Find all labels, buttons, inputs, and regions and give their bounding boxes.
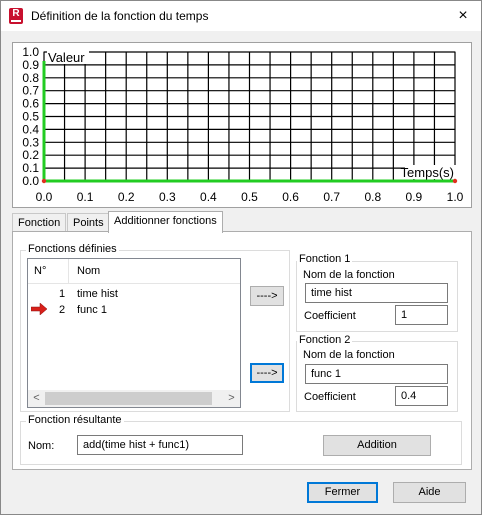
- function1-name-label: Nom de la fonction: [303, 269, 395, 281]
- tab-points[interactable]: Points: [67, 213, 110, 232]
- scrollbar-thumb[interactable]: [45, 392, 212, 405]
- x-tick-label: 0.4: [200, 190, 217, 204]
- addition-button[interactable]: Addition: [323, 435, 431, 456]
- column-number-header[interactable]: N°: [34, 265, 46, 277]
- column-name-header[interactable]: Nom: [77, 265, 100, 277]
- selected-row-arrow-icon: [31, 303, 47, 315]
- y-tick-label: 0.4: [22, 122, 39, 136]
- functions-list[interactable]: N° Nom 1 time hist 2 func 1 < >: [27, 258, 241, 408]
- help-button[interactable]: Aide: [393, 482, 466, 503]
- x-axis-label: Temps(s): [401, 165, 454, 180]
- x-tick-label: 1.0: [447, 190, 464, 204]
- y-tick-label: 0.0: [22, 174, 39, 188]
- y-tick-label: 0.2: [22, 148, 39, 162]
- scroll-left-icon[interactable]: <: [28, 390, 45, 407]
- x-tick-label: 0.3: [159, 190, 176, 204]
- close-button[interactable]: Fermer: [307, 482, 378, 503]
- list-item-number[interactable]: 1: [59, 288, 65, 300]
- list-header: N° Nom: [28, 259, 240, 284]
- function2-label: Fonction 2: [297, 334, 353, 346]
- function1-coefficient-field[interactable]: 1: [395, 305, 448, 325]
- result-label: Fonction résultante: [26, 414, 124, 426]
- app-logo-letter: R: [12, 8, 20, 19]
- x-tick-label: 0.8: [364, 190, 381, 204]
- list-item-name[interactable]: time hist: [77, 288, 118, 300]
- x-tick-label: 0.0: [36, 190, 53, 204]
- scroll-right-icon[interactable]: >: [223, 390, 240, 407]
- x-tick-label: 0.2: [118, 190, 135, 204]
- chart-svg: 0.00.10.20.30.40.50.60.70.80.91.00.0 0.1 0…: [22, 45, 464, 204]
- title-bar: R Définition de la fonction du temps ×: [1, 1, 481, 31]
- y-tick-label: 0.5: [22, 110, 39, 124]
- window-title: Définition de la fonction du temps: [31, 9, 209, 23]
- function2-name-field[interactable]: func 1: [305, 364, 448, 384]
- assign-function1-button[interactable]: ---->: [250, 286, 284, 306]
- list-item-name[interactable]: func 1: [77, 304, 107, 316]
- tab-additionner-fonctions[interactable]: Additionner fonctions: [108, 211, 223, 233]
- x-tick-label: 0.1: [77, 190, 94, 204]
- function2-name-label: Nom de la fonction: [303, 349, 395, 361]
- x-tick-label: 0.7: [323, 190, 340, 204]
- function1-name-field[interactable]: time hist: [305, 283, 448, 303]
- y-tick-label: 0.8: [22, 71, 39, 85]
- function2-coefficient-field[interactable]: 0.4: [395, 386, 448, 406]
- function1-coefficient-label: Coefficient: [304, 310, 356, 322]
- y-tick-label: 1.0: [22, 45, 39, 59]
- app-logo-icon: R: [9, 8, 23, 24]
- data-point-marker: [41, 178, 47, 184]
- horizontal-scrollbar[interactable]: < >: [28, 390, 240, 407]
- result-name-label: Nom:: [28, 440, 55, 452]
- close-icon[interactable]: ×: [445, 1, 481, 31]
- tab-fonction[interactable]: Fonction: [12, 213, 67, 232]
- y-tick-label: 0.6: [22, 97, 39, 111]
- result-name-field[interactable]: add(time hist + func1): [77, 435, 243, 455]
- x-tick-label: 0.6: [282, 190, 299, 204]
- y-tick-label: 0.1: [22, 161, 39, 175]
- time-function-chart: 0.0 0.1 0.2 0.3 0.4 0.5 0.6 0.7 0.8 0.9 1.0 0.0 0.1 0…: [12, 42, 472, 208]
- function1-label: Fonction 1: [297, 253, 353, 265]
- defined-functions-label: Fonctions définies: [26, 243, 119, 255]
- x-tick-label: 0.5: [241, 190, 258, 204]
- y-axis-label: Valeur: [48, 50, 85, 65]
- x-tick-label: 0.9: [406, 190, 423, 204]
- function2-coefficient-label: Coefficient: [304, 391, 356, 403]
- assign-function2-button[interactable]: ---->: [250, 363, 284, 383]
- y-tick-label: 0.3: [22, 135, 39, 149]
- list-item-number[interactable]: 2: [59, 304, 65, 316]
- data-point-marker: [452, 178, 458, 184]
- y-tick-label: 0.9: [22, 58, 39, 72]
- y-tick-label: 0.7: [22, 84, 39, 98]
